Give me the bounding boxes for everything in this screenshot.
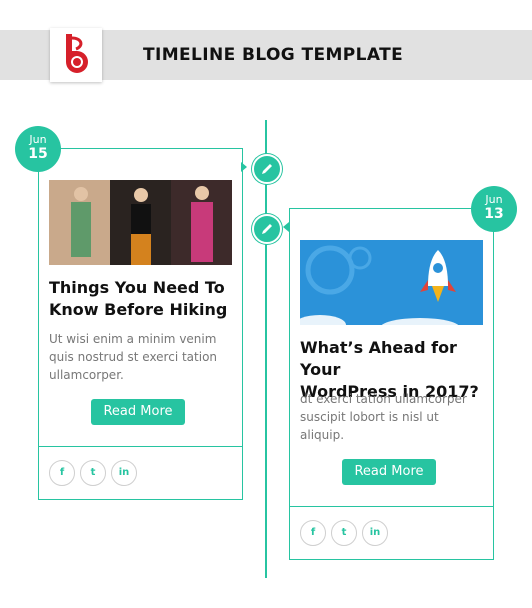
- brand-logo-icon: [66, 34, 88, 73]
- divider: [290, 506, 493, 507]
- date-badge: Jun 15: [15, 126, 61, 172]
- post-title[interactable]: Things You Need To Know Before Hiking: [49, 277, 227, 321]
- post-card: What’s Ahead for Your WordPress in 2017? …: [289, 208, 494, 560]
- timeline-pencil-icon: [252, 154, 282, 184]
- timeline-line: [265, 120, 267, 578]
- card-pointer: [241, 162, 247, 172]
- twitter-icon[interactable]: t: [80, 460, 106, 486]
- twitter-icon[interactable]: t: [331, 520, 357, 546]
- post-image-fashion[interactable]: [49, 180, 232, 265]
- read-more-button[interactable]: Read More: [342, 459, 436, 485]
- timeline-pencil-icon: [252, 214, 282, 244]
- post-excerpt: dt exerci tation ullamcorper suscipit lob…: [300, 392, 467, 442]
- facebook-icon[interactable]: f: [300, 520, 326, 546]
- logo[interactable]: [50, 28, 102, 82]
- date-badge: Jun 13: [471, 186, 517, 232]
- page-title: TIMELINE BLOG TEMPLATE: [143, 45, 404, 65]
- post-excerpt: Ut wisi enim a minim venim quis nostrud s…: [49, 332, 218, 382]
- facebook-icon[interactable]: f: [49, 460, 75, 486]
- linkedin-icon[interactable]: in: [111, 460, 137, 486]
- post-image-wordpress[interactable]: [300, 240, 483, 325]
- read-more-button[interactable]: Read More: [91, 399, 185, 425]
- post-card: Things You Need To Know Before Hiking Ut …: [38, 148, 243, 500]
- linkedin-icon[interactable]: in: [362, 520, 388, 546]
- divider: [39, 446, 242, 447]
- card-pointer: [283, 222, 289, 232]
